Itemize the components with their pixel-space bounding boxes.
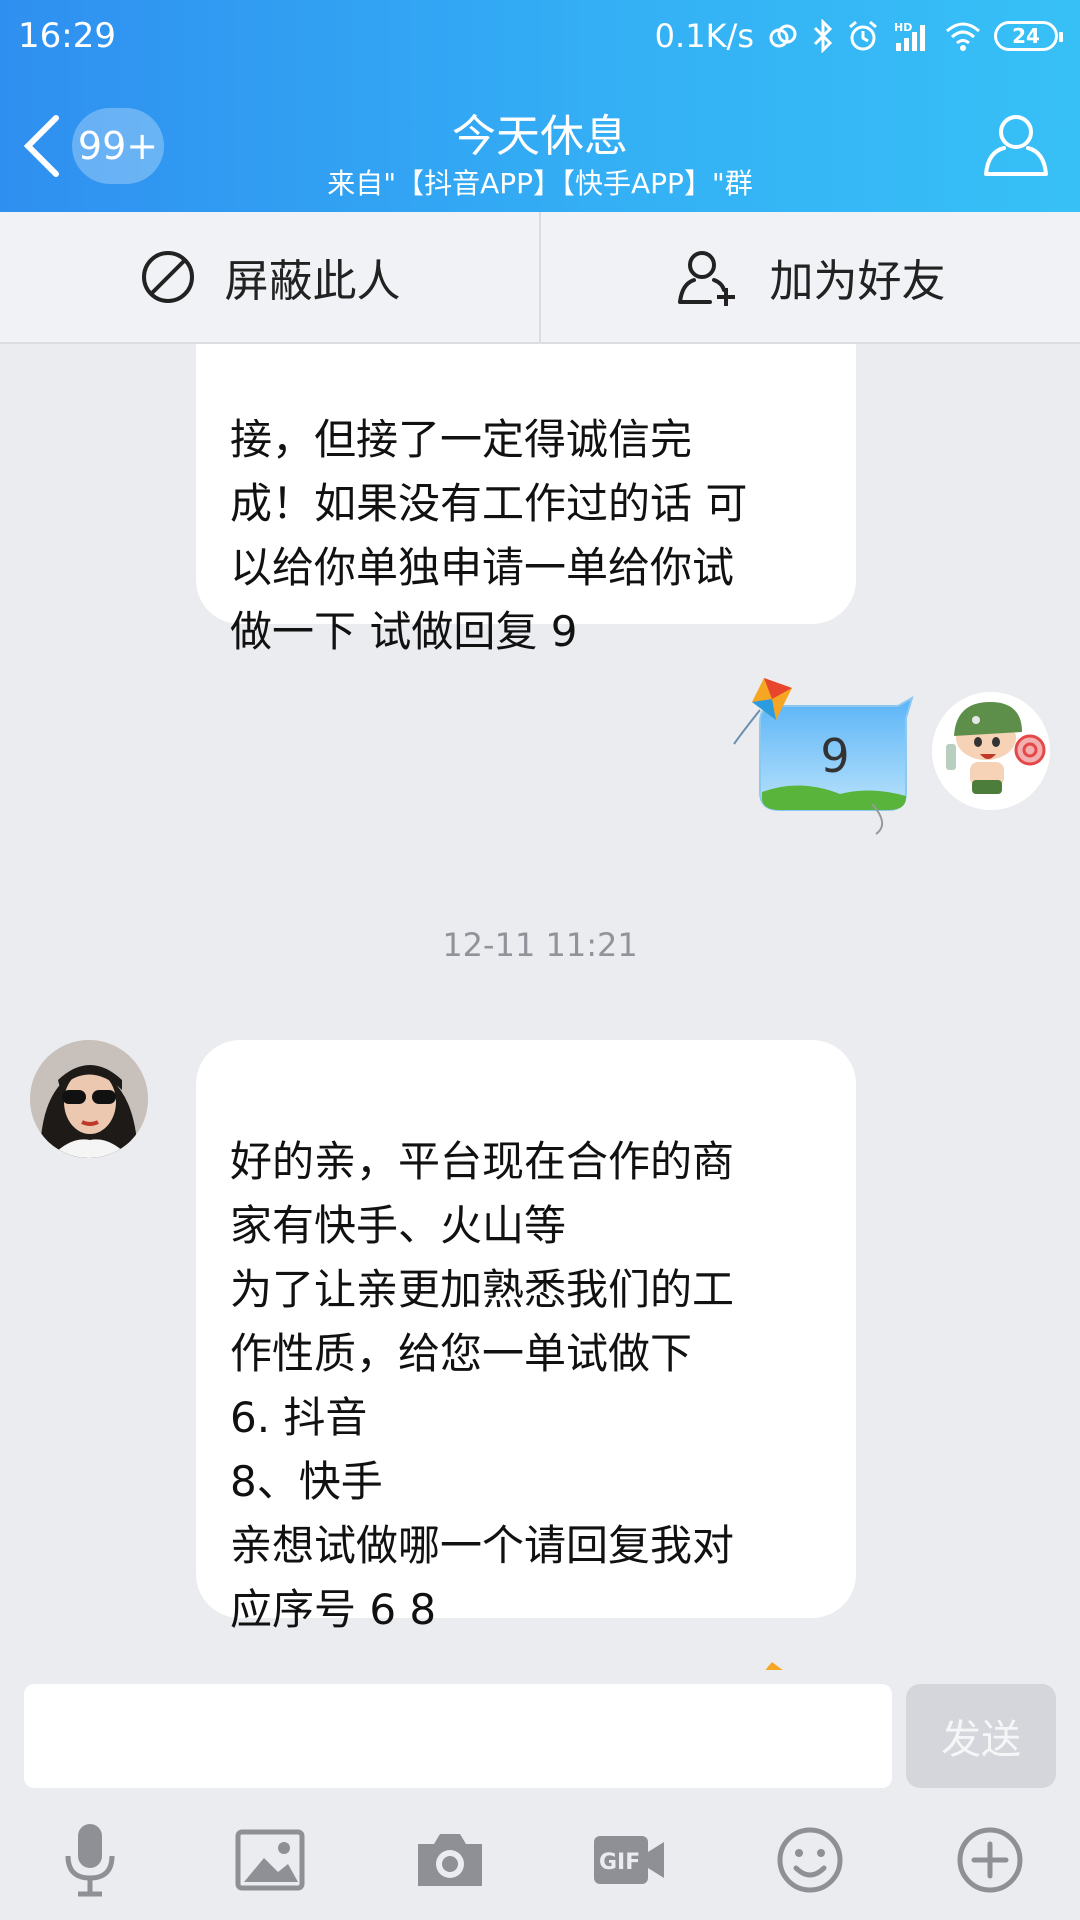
block-button[interactable]: 屏蔽此人 xyxy=(0,212,539,342)
message-text: 好的亲，平台现在合作的商 家有快手、火山等 为了让亲更加熟悉我们的工 作性质，给… xyxy=(230,1137,735,1634)
message-timestamp: 12-11 11:21 xyxy=(442,926,638,964)
next-message-peek xyxy=(765,1662,783,1670)
message-text: 9 xyxy=(820,729,850,783)
input-bar: 发送 GIF xyxy=(0,1670,1080,1920)
message-bubble[interactable]: 接，但接了一定得诚信完 成！如果没有工作过的话 可 以给你单独申请一单给你试 做… xyxy=(196,344,856,656)
bluetooth-icon xyxy=(813,19,833,53)
chat-area[interactable]: 接，但接了一定得诚信完 成！如果没有工作过的话 可 以给你单独申请一单给你试 做… xyxy=(0,344,1080,1670)
status-time: 16:29 xyxy=(18,16,116,56)
user-photo-avatar xyxy=(30,1040,148,1158)
status-bar: 16:29 0.1K/s HD 24 xyxy=(0,0,1080,76)
sync-icon xyxy=(769,24,797,48)
plus-icon[interactable] xyxy=(950,1820,1030,1900)
svg-text:HD: HD xyxy=(894,21,912,34)
status-icons: 0.1K/s HD 24 xyxy=(654,14,1063,58)
svg-text:GIF: GIF xyxy=(599,1850,640,1875)
image-icon[interactable] xyxy=(230,1820,310,1900)
message-input[interactable] xyxy=(24,1684,892,1788)
block-icon xyxy=(141,251,194,303)
chat-title: 今天休息 xyxy=(452,111,628,162)
add-friend-label: 加为好友 xyxy=(769,256,946,307)
stranger-actions: 屏蔽此人 加为好友 xyxy=(0,212,1080,344)
network-speed: 0.1K/s xyxy=(654,17,754,55)
battery-icon: 24 xyxy=(994,21,1063,51)
microphone-icon[interactable] xyxy=(50,1820,130,1900)
message-text: 接，但接了一定得诚信完 成！如果没有工作过的话 可 以给你单独申请一单给你试 做… xyxy=(230,415,748,656)
gif-icon[interactable]: GIF xyxy=(590,1820,670,1900)
avatar[interactable] xyxy=(30,1040,148,1158)
wifi-icon xyxy=(946,22,980,51)
camera-icon[interactable] xyxy=(410,1820,490,1900)
message-bubble[interactable]: 好的亲，平台现在合作的商 家有快手、火山等 为了让亲更加熟悉我们的工 作性质，给… xyxy=(196,1040,856,1634)
person-icon[interactable] xyxy=(980,108,1052,180)
chat-header: 16:29 0.1K/s HD 24 99+ 今天休息 来自"【抖音APP】【快… xyxy=(0,0,1080,212)
cartoon-soldier-avatar xyxy=(932,692,1050,810)
send-button[interactable]: 发送 xyxy=(906,1684,1056,1788)
emoji-icon[interactable] xyxy=(770,1820,850,1900)
chat-subtitle: 来自"【抖音APP】【快手APP】"群 xyxy=(327,167,753,200)
hd-signal-icon: HD xyxy=(894,21,925,51)
avatar[interactable] xyxy=(932,692,1050,810)
input-toolbar: GIF xyxy=(0,1820,1080,1920)
block-label: 屏蔽此人 xyxy=(224,256,401,307)
add-user-icon xyxy=(677,251,735,306)
alarm-icon xyxy=(849,20,877,51)
add-friend-button[interactable]: 加为好友 xyxy=(539,212,1080,342)
